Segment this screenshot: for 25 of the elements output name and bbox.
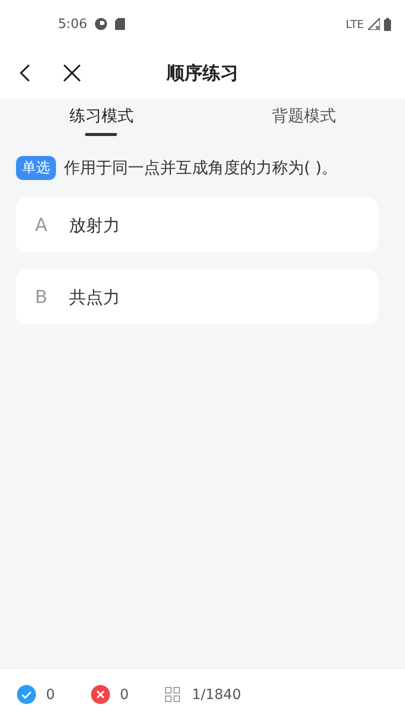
clock-time: 5:06 (58, 16, 88, 32)
answer-option[interactable]: A 放射力 (16, 198, 378, 252)
sd-card-icon (115, 18, 126, 30)
wrong-count: 0 (120, 686, 129, 702)
correct-count: 0 (46, 686, 55, 702)
back-icon[interactable] (18, 63, 32, 83)
answer-option[interactable]: B 共点力 (16, 270, 378, 324)
question-type-badge: 单选 (16, 156, 56, 180)
correct-icon (17, 685, 36, 704)
option-text: 放射力 (69, 214, 120, 236)
option-text: 共点力 (69, 286, 120, 308)
grid-icon[interactable] (164, 687, 180, 702)
tab-indicator (85, 133, 118, 136)
mode-tab[interactable]: 练习模式 (65, 106, 138, 127)
mode-tab[interactable]: 背题模式 (268, 106, 340, 127)
option-letter: A (35, 214, 47, 236)
option-letter: B (35, 286, 47, 308)
notification-icon (95, 18, 108, 30)
wrong-icon (90, 685, 110, 704)
question-text: 作用于同一点并互成角度的力称为( )。 (64, 158, 338, 178)
close-icon[interactable] (62, 63, 82, 83)
signal-icon (368, 18, 380, 30)
battery-icon (384, 18, 391, 30)
network-type: LTE (346, 18, 364, 30)
page-title: 顺序练习 (166, 62, 238, 85)
